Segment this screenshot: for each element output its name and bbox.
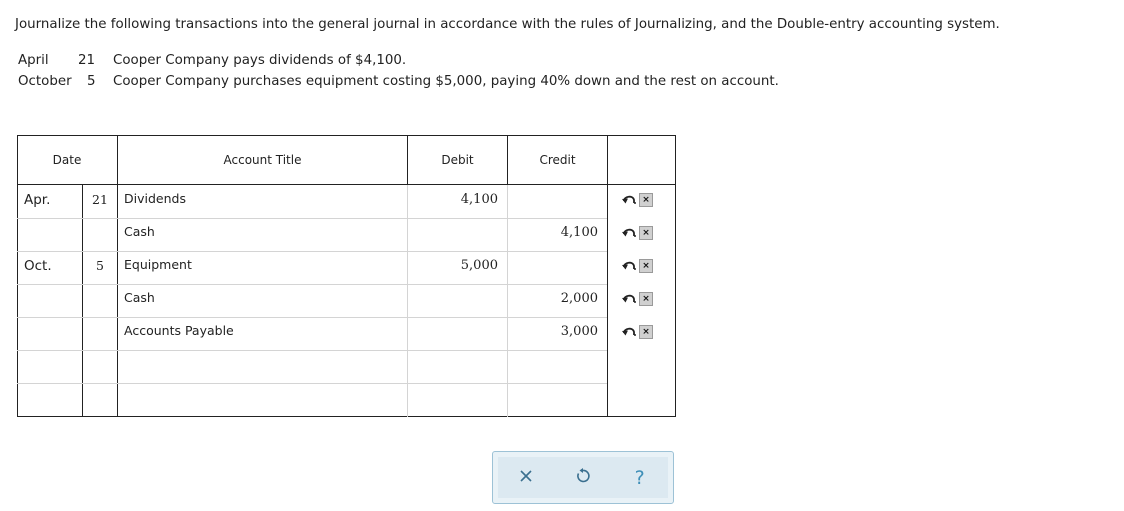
account-field[interactable]: Cash: [118, 284, 407, 316]
row-actions: ×: [622, 226, 653, 240]
day-field[interactable]: [83, 284, 117, 316]
header-date: Date: [52, 153, 82, 167]
transaction-month: October: [18, 74, 72, 89]
credit-field[interactable]: [508, 185, 607, 217]
undo-arrow-icon[interactable]: [622, 325, 637, 339]
day-field[interactable]: [83, 383, 117, 415]
header-account-title: Account Title: [223, 153, 302, 167]
help-button[interactable]: ?: [626, 464, 654, 492]
transaction-month: April: [18, 53, 49, 68]
account-field[interactable]: Dividends: [118, 185, 407, 217]
undo-arrow-icon[interactable]: [622, 292, 637, 306]
debit-field[interactable]: [408, 317, 507, 349]
credit-field[interactable]: 3,000: [508, 317, 607, 349]
header-debit: Debit: [441, 153, 474, 167]
account-field[interactable]: [118, 350, 407, 382]
credit-field[interactable]: [508, 350, 607, 382]
debit-field[interactable]: 4,100: [408, 185, 507, 217]
row-actions: ×: [622, 193, 653, 207]
clear-button[interactable]: [512, 464, 540, 492]
reset-icon: [575, 467, 591, 488]
undo-arrow-icon[interactable]: [622, 226, 637, 240]
credit-field[interactable]: 4,100: [508, 218, 607, 250]
reset-button[interactable]: [569, 464, 597, 492]
delete-row-button[interactable]: ×: [639, 292, 653, 306]
day-field[interactable]: [83, 350, 117, 382]
undo-arrow-icon[interactable]: [622, 193, 637, 207]
toolbar-inner: ?: [498, 457, 668, 498]
journal-table: Date Account Title Debit Credit Apr. 21 …: [17, 135, 676, 417]
credit-field[interactable]: 2,000: [508, 284, 607, 316]
month-field[interactable]: [17, 317, 82, 349]
help-icon: ?: [634, 466, 645, 489]
day-field[interactable]: 5: [83, 251, 117, 283]
transaction-description: Cooper Company pays dividends of $4,100.: [113, 53, 407, 68]
account-field[interactable]: [118, 383, 407, 415]
transaction-day: 21: [78, 53, 96, 68]
answer-toolbar: ?: [492, 451, 674, 504]
month-field[interactable]: [17, 218, 82, 250]
debit-field[interactable]: [408, 350, 507, 382]
month-field[interactable]: [17, 383, 82, 415]
account-field[interactable]: Cash: [118, 218, 407, 250]
month-field[interactable]: [17, 284, 82, 316]
close-icon: [519, 468, 533, 487]
debit-field[interactable]: [408, 383, 507, 415]
transaction-day: 5: [87, 74, 96, 89]
day-field[interactable]: 21: [83, 185, 117, 217]
month-field[interactable]: [17, 350, 82, 382]
delete-row-button[interactable]: ×: [639, 325, 653, 339]
undo-arrow-icon[interactable]: [622, 259, 637, 273]
month-field[interactable]: Apr.: [17, 185, 82, 217]
account-field[interactable]: Equipment: [118, 251, 407, 283]
delete-row-button[interactable]: ×: [639, 193, 653, 207]
month-field[interactable]: Oct.: [17, 251, 82, 283]
row-actions: ×: [622, 325, 653, 339]
action-column-divider: [607, 135, 608, 417]
day-field[interactable]: [83, 218, 117, 250]
instructions-text: Journalize the following transactions in…: [15, 17, 1000, 32]
row-actions: ×: [622, 292, 653, 306]
delete-row-button[interactable]: ×: [639, 226, 653, 240]
delete-row-button[interactable]: ×: [639, 259, 653, 273]
header-credit: Credit: [539, 153, 576, 167]
transaction-description: Cooper Company purchases equipment costi…: [113, 74, 779, 89]
credit-field[interactable]: [508, 251, 607, 283]
account-field[interactable]: Accounts Payable: [118, 317, 407, 349]
row-actions: ×: [622, 259, 653, 273]
debit-field[interactable]: [408, 284, 507, 316]
debit-field[interactable]: 5,000: [408, 251, 507, 283]
credit-field[interactable]: [508, 383, 607, 415]
debit-field[interactable]: [408, 218, 507, 250]
day-field[interactable]: [83, 317, 117, 349]
